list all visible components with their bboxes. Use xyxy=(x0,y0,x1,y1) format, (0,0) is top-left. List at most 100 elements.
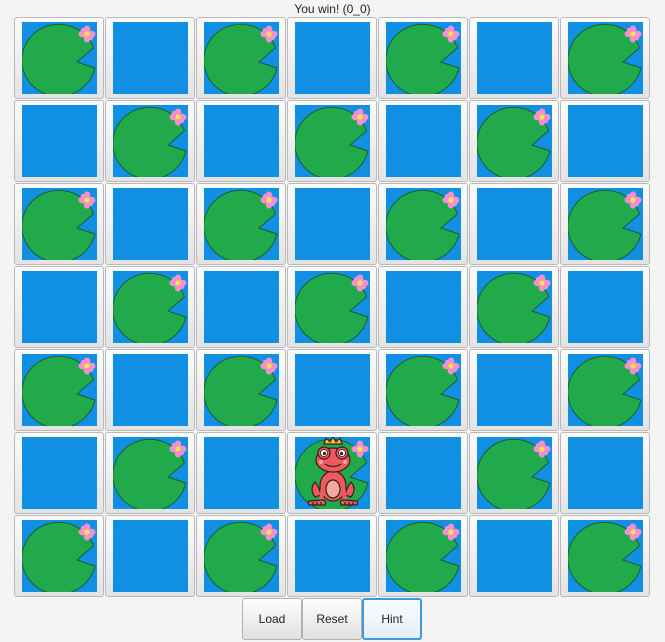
lily-pad-flower-icon xyxy=(386,23,460,94)
water-tile xyxy=(295,105,370,177)
water-tile xyxy=(204,22,279,94)
lily-pad-flower-icon xyxy=(295,272,369,343)
board-cell[interactable] xyxy=(469,17,559,99)
water-tile xyxy=(295,354,370,426)
lily-pad-flower-icon xyxy=(22,189,96,260)
board-cell[interactable] xyxy=(14,515,104,597)
water-tile xyxy=(568,105,643,177)
board-cell[interactable] xyxy=(196,432,286,514)
board-cell[interactable] xyxy=(14,266,104,348)
board-cell[interactable] xyxy=(105,515,195,597)
water-tile xyxy=(568,520,643,592)
board-cell[interactable] xyxy=(469,183,559,265)
board-cell[interactable] xyxy=(105,183,195,265)
board-cell[interactable] xyxy=(378,17,468,99)
board-cell[interactable] xyxy=(378,515,468,597)
board-cell[interactable] xyxy=(287,100,377,182)
reset-button[interactable]: Reset xyxy=(302,598,362,640)
game-board xyxy=(14,17,650,597)
board-cell[interactable] xyxy=(287,432,377,514)
lily-pad-flower-icon xyxy=(113,106,187,177)
water-tile xyxy=(295,22,370,94)
board-cell[interactable] xyxy=(560,349,650,431)
board-cell[interactable] xyxy=(196,266,286,348)
water-tile xyxy=(204,271,279,343)
board-cell[interactable] xyxy=(378,349,468,431)
water-tile xyxy=(113,354,188,426)
lily-pad-flower-icon xyxy=(568,521,642,592)
board-cell[interactable] xyxy=(560,17,650,99)
water-tile xyxy=(295,520,370,592)
water-tile xyxy=(386,354,461,426)
water-tile xyxy=(568,354,643,426)
water-tile xyxy=(22,105,97,177)
board-cell[interactable] xyxy=(14,432,104,514)
board-cell[interactable] xyxy=(560,100,650,182)
lily-pad-flower-icon xyxy=(477,438,551,509)
board-cell[interactable] xyxy=(469,432,559,514)
board-cell[interactable] xyxy=(560,515,650,597)
frog-prince-icon xyxy=(295,437,369,509)
lily-pad-flower-icon xyxy=(386,355,460,426)
board-cell[interactable] xyxy=(105,100,195,182)
board-cell[interactable] xyxy=(105,266,195,348)
water-tile xyxy=(113,105,188,177)
board-cell[interactable] xyxy=(196,349,286,431)
board-cell[interactable] xyxy=(196,183,286,265)
board-cell[interactable] xyxy=(287,515,377,597)
lily-pad-flower-icon xyxy=(386,189,460,260)
board-cell[interactable] xyxy=(287,183,377,265)
water-tile xyxy=(113,188,188,260)
lily-pad-flower-icon xyxy=(477,106,551,177)
control-bar: Load Reset Hint xyxy=(242,598,422,640)
board-cell[interactable] xyxy=(469,349,559,431)
water-tile xyxy=(295,188,370,260)
water-tile xyxy=(568,271,643,343)
lily-pad-flower-icon xyxy=(204,355,278,426)
load-button[interactable]: Load xyxy=(242,598,302,640)
lily-pad-flower-icon xyxy=(22,23,96,94)
lily-pad-flower-icon xyxy=(22,355,96,426)
board-cell[interactable] xyxy=(196,515,286,597)
water-tile xyxy=(22,520,97,592)
board-cell[interactable] xyxy=(287,266,377,348)
board-cell[interactable] xyxy=(14,17,104,99)
water-tile xyxy=(386,188,461,260)
water-tile xyxy=(113,520,188,592)
water-tile xyxy=(568,22,643,94)
board-cell[interactable] xyxy=(14,100,104,182)
water-tile xyxy=(568,188,643,260)
board-cell[interactable] xyxy=(14,349,104,431)
water-tile xyxy=(477,520,552,592)
board-cell[interactable] xyxy=(196,100,286,182)
board-cell[interactable] xyxy=(105,432,195,514)
water-tile xyxy=(386,437,461,509)
board-cell[interactable] xyxy=(560,183,650,265)
board-cell[interactable] xyxy=(378,432,468,514)
board-cell[interactable] xyxy=(287,17,377,99)
board-cell[interactable] xyxy=(560,266,650,348)
hint-button[interactable]: Hint xyxy=(362,598,422,640)
board-cell[interactable] xyxy=(105,17,195,99)
board-cell[interactable] xyxy=(469,100,559,182)
lily-pad-flower-icon xyxy=(568,189,642,260)
water-tile xyxy=(22,437,97,509)
board-cell[interactable] xyxy=(287,349,377,431)
water-tile xyxy=(204,520,279,592)
water-tile xyxy=(568,437,643,509)
water-tile xyxy=(113,271,188,343)
board-cell[interactable] xyxy=(378,183,468,265)
water-tile xyxy=(477,271,552,343)
board-cell[interactable] xyxy=(14,183,104,265)
board-cell[interactable] xyxy=(196,17,286,99)
board-cell[interactable] xyxy=(378,100,468,182)
board-cell[interactable] xyxy=(378,266,468,348)
board-cell[interactable] xyxy=(560,432,650,514)
water-tile xyxy=(22,354,97,426)
board-cell[interactable] xyxy=(469,515,559,597)
board-cell[interactable] xyxy=(469,266,559,348)
water-tile xyxy=(386,271,461,343)
lily-pad-flower-icon xyxy=(113,272,187,343)
lily-pad-flower-icon xyxy=(568,23,642,94)
board-cell[interactable] xyxy=(105,349,195,431)
